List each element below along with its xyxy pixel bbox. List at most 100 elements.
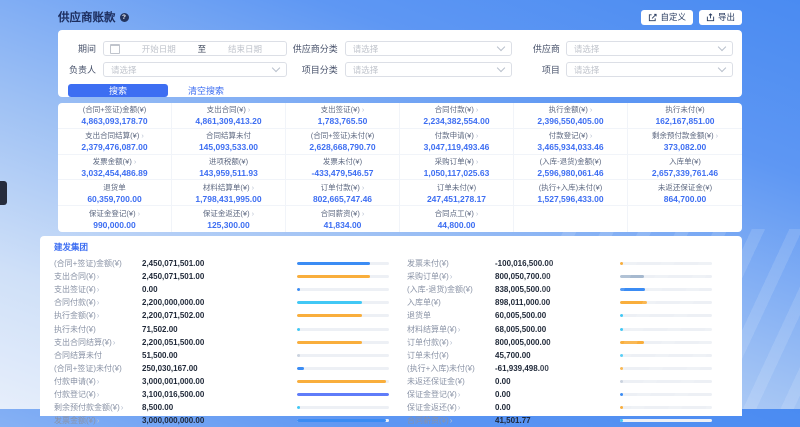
group-row: 订单未付(¥)45,700.00 (407, 349, 712, 362)
project-category-select[interactable]: 请选择 (345, 62, 512, 77)
summary-card: (合同+签证)未付(¥)2,628,668,790.70 (286, 129, 400, 155)
group-row[interactable]: 保证金登记(¥)›0.00 (407, 388, 712, 401)
group-row[interactable]: 合同付款(¥)›2,200,000,000.00 (54, 296, 389, 309)
title-actions: 自定义 导出 (641, 10, 742, 25)
card-value: 2,596,980,061.46 (537, 168, 603, 178)
card-value: 162,167,851.00 (655, 116, 714, 126)
group-row-value: 3,000,001,000.00 (142, 377, 297, 386)
select-placeholder: 请选择 (353, 64, 379, 76)
bar-fill (620, 419, 623, 422)
summary-card[interactable]: 合同点工(¥)›44,800.00 (400, 206, 514, 232)
select-placeholder: 请选择 (353, 43, 379, 55)
group-row-value: 898,011,000.00 (495, 298, 620, 307)
bar-fill (620, 393, 623, 396)
group-row: (执行+入库)未付(¥)-61,939,498.00 (407, 362, 712, 375)
group-row-value: -100,016,500.00 (495, 259, 620, 268)
drawer-handle[interactable] (0, 181, 7, 205)
page-title-text: 供应商账款 (58, 9, 116, 25)
group-row[interactable]: 付款申请(¥)›3,000,001,000.00 (54, 375, 389, 388)
owner-select[interactable]: 请选择 (103, 62, 287, 77)
group-row[interactable]: 付款登记(¥)›3,100,016,500.00 (54, 388, 389, 401)
group-row[interactable]: 采购订单(¥)›800,050,700.00 (407, 270, 712, 283)
summary-card[interactable]: 支出合同(¥)›4,861,309,413.20 (172, 103, 286, 129)
summary-card[interactable]: 保证金登记(¥)›990,000.00 (58, 206, 172, 232)
chevron-right-icon: › (97, 311, 100, 320)
bar-fill (297, 367, 304, 370)
bar-track (620, 419, 712, 422)
group-row[interactable]: 剩余预付款金额(¥)›8,500.00 (54, 401, 389, 414)
summary-card[interactable]: 采购订单(¥)›1,050,117,025.63 (400, 155, 514, 181)
group-row-value: 3,000,000,000.00 (142, 416, 297, 425)
card-value: 44,800.00 (438, 220, 476, 230)
group-row[interactable]: 保证金返还(¥)›0.00 (407, 401, 712, 414)
chevron-right-icon: › (476, 157, 479, 166)
summary-card[interactable]: 合同付款(¥)›2,234,382,554.00 (400, 103, 514, 129)
summary-card: (入库-退货)金额(¥)2,596,980,061.46 (514, 155, 628, 181)
card-value: -433,479,546.57 (312, 168, 374, 178)
bar-track (620, 262, 712, 265)
group-row[interactable]: 支出合同结算(¥)›2,200,051,500.00 (54, 336, 389, 349)
filter-row-1: 期间 开始日期 至 结束日期 供应商分类 请选择 供应商 请选择 (68, 41, 733, 56)
group-row[interactable]: 订单付款(¥)›800,005,000.00 (407, 336, 712, 349)
summary-card[interactable]: 支出合同结算(¥)›2,379,476,087.00 (58, 129, 172, 155)
summary-card[interactable]: 剩余预付款金额(¥)›373,082.00 (628, 129, 742, 155)
summary-card[interactable]: 订单付款(¥)›802,665,747.46 (286, 180, 400, 206)
summary-card: 退货单60,359,700.00 (58, 180, 172, 206)
group-title[interactable]: 建发集团 (54, 241, 742, 253)
group-row[interactable]: 发票金额(¥)›3,000,000,000.00 (54, 414, 389, 427)
group-row-label: 执行未付(¥) (54, 324, 142, 335)
bar-fill (620, 275, 644, 278)
group-row-label: 发票未付(¥) (407, 258, 495, 269)
bar-track (297, 419, 389, 422)
card-label: 合同付款(¥)› (435, 104, 479, 115)
search-button[interactable]: 搜索 (68, 84, 168, 97)
group-row[interactable]: 支出签证(¥)›0.00 (54, 283, 389, 296)
chevron-right-icon: › (590, 105, 593, 114)
group-row-label: 支出合同结算(¥)› (54, 337, 142, 348)
card-label: 支出签证(¥)› (321, 104, 365, 115)
bar-track (620, 275, 712, 278)
summary-card[interactable]: 发票金额(¥)›3,032,454,486.89 (58, 155, 172, 181)
card-label: 支出合同结算(¥)› (85, 130, 144, 141)
card-label: 付款登记(¥)› (549, 130, 593, 141)
bar-fill (620, 288, 645, 291)
group-row-value: 0.00 (495, 390, 620, 399)
group-row[interactable]: 材料结算单(¥)›68,005,500.00 (407, 322, 712, 335)
summary-card[interactable]: 材料结算单(¥)›1,798,431,995.00 (172, 180, 286, 206)
chevron-right-icon: › (450, 416, 453, 425)
summary-card[interactable]: 付款申请(¥)›3,047,119,493.46 (400, 129, 514, 155)
summary-card[interactable]: 支出签证(¥)›1,783,765.50 (286, 103, 400, 129)
group-row-value: 68,005,500.00 (495, 325, 620, 334)
help-icon[interactable]: ? (120, 13, 129, 22)
group-row[interactable]: 支出合同(¥)›2,450,071,501.00 (54, 270, 389, 283)
clear-search-link[interactable]: 清空搜索 (188, 84, 224, 97)
summary-card[interactable]: 保证金返还(¥)›125,300.00 (172, 206, 286, 232)
export-button[interactable]: 导出 (699, 10, 742, 25)
group-row[interactable]: 执行金额(¥)›2,200,071,502.00 (54, 309, 389, 322)
select-placeholder: 请选择 (574, 64, 600, 76)
bar-track (297, 367, 389, 370)
group-row-label: 保证金登记(¥)› (407, 389, 495, 400)
supplier-category-select[interactable]: 请选择 (345, 41, 512, 56)
group-row-label: 剩余预付款金额(¥)› (54, 402, 142, 413)
customize-button[interactable]: 自定义 (641, 10, 693, 25)
card-label: 合同点工(¥)› (435, 208, 479, 219)
group-row[interactable]: 合同薪资(¥)›41,501.77 (407, 414, 712, 427)
supplier-select[interactable]: 请选择 (566, 41, 733, 56)
filter-panel: 期间 开始日期 至 结束日期 供应商分类 请选择 供应商 请选择 负责人 请选择 (58, 30, 742, 97)
bar-track (620, 314, 712, 317)
group-row-label: 付款登记(¥)› (54, 389, 142, 400)
project-select[interactable]: 请选择 (566, 62, 733, 77)
summary-card[interactable]: 执行金额(¥)›2,396,550,405.00 (514, 103, 628, 129)
date-range-input[interactable]: 开始日期 至 结束日期 (103, 41, 287, 56)
summary-card: 订单未付(¥)247,451,278.17 (400, 180, 514, 206)
card-label: 进项税额(¥) (209, 156, 248, 167)
summary-card[interactable]: 付款登记(¥)›3,465,934,033.46 (514, 129, 628, 155)
summary-card[interactable]: 合同薪资(¥)›41,834.00 (286, 206, 400, 232)
summary-card: 进项税额(¥)143,959,511.93 (172, 155, 286, 181)
group-row-label: 入库单(¥) (407, 297, 495, 308)
group-row: 执行未付(¥)71,502.00 (54, 322, 389, 335)
chevron-down-icon (718, 64, 726, 72)
end-date-placeholder: 结束日期 (210, 43, 280, 55)
summary-card: 合同结算未付145,093,533.00 (172, 129, 286, 155)
